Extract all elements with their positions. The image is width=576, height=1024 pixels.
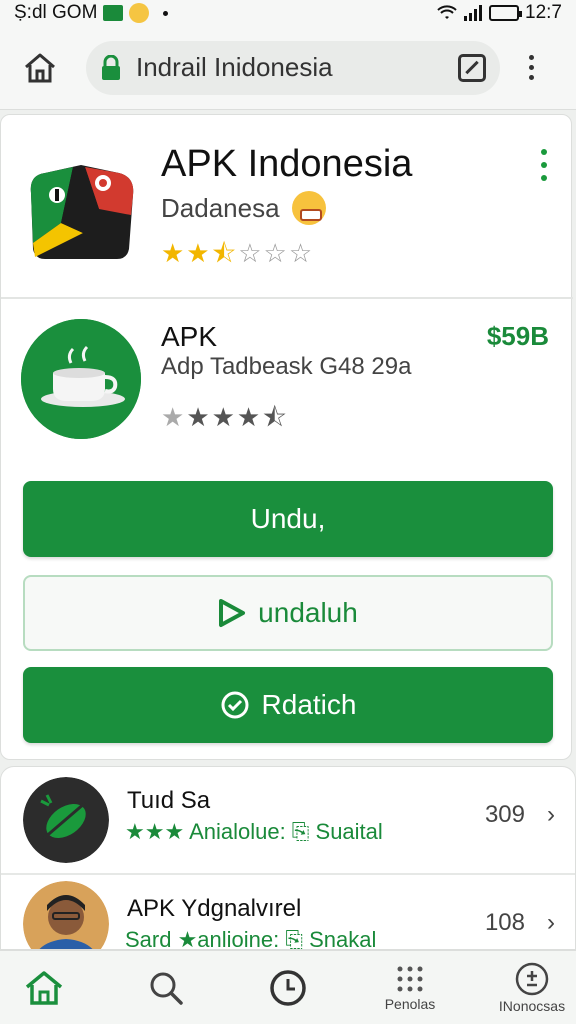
nav-apps-label: Penolas xyxy=(384,996,436,1012)
nav-home[interactable] xyxy=(0,951,94,1024)
list-item[interactable]: Tuıd Sa ★★★ Anialolue: ⎘ Suaital 309 › xyxy=(1,767,575,871)
status-left: Ṣ:dl GOM xyxy=(14,2,169,24)
check-circle-icon xyxy=(221,691,249,719)
download-primary-button[interactable]: Undu, xyxy=(23,481,553,557)
browser-toolbar: Indrail Inidonesia xyxy=(0,26,576,110)
star-filled-icons: ★★ xyxy=(161,238,212,268)
avatar xyxy=(23,881,109,949)
list-item-meta: ★★★ Anialolue: ⎘ Suaital xyxy=(125,819,383,844)
download-outline-button[interactable]: undaluh xyxy=(23,575,553,651)
nav-apps[interactable]: Penolas xyxy=(360,951,460,1024)
app-developer: Dadanesa xyxy=(161,192,280,223)
list-item-title: APK Ydgnalvırel xyxy=(127,895,302,922)
nav-updates[interactable]: INonocsas xyxy=(482,951,576,1024)
plus-minus-icon xyxy=(515,962,549,996)
app-logo-icon xyxy=(30,165,134,259)
home-icon xyxy=(25,53,55,82)
emoji-notification-icon xyxy=(129,3,150,23)
tab-switch-icon[interactable] xyxy=(458,53,486,82)
clock-icon xyxy=(270,970,306,1006)
search-icon xyxy=(150,972,183,1005)
home-button[interactable] xyxy=(14,42,66,94)
notification-dot-icon xyxy=(163,10,169,16)
secondary-app-subtitle: Adp Tadbeask G48 29a xyxy=(161,353,412,380)
chevron-right-icon: › xyxy=(547,801,555,828)
download-outline-label: undaluh xyxy=(258,597,358,628)
list-item-count: 108 xyxy=(484,909,525,936)
secondary-app-rating-stars: ★★★★⯪ xyxy=(161,399,289,443)
nav-search[interactable] xyxy=(116,951,216,1024)
featured-app-header: APK Indonesia Dadanesa ★★⯪☆☆☆ xyxy=(1,115,573,299)
emoji-icon xyxy=(291,191,326,225)
bottom-nav: Penolas INonocsas xyxy=(0,950,576,1024)
battery-icon xyxy=(489,5,523,21)
url-bar[interactable]: Indrail Inidonesia xyxy=(86,40,500,95)
star-gray-icon: ★ xyxy=(161,402,187,432)
lock-icon xyxy=(102,54,120,80)
app-subtitle: Dadanesa xyxy=(161,191,326,225)
star-filled-icons: ★★★ xyxy=(186,402,263,432)
star-half-icon: ⯪ xyxy=(262,402,289,432)
app-title: APK Indonesia xyxy=(161,143,413,185)
nav-history[interactable] xyxy=(238,951,338,1024)
home-icon xyxy=(25,971,63,1005)
app-list: Tuıd Sa ★★★ Anialolue: ⎘ Suaital 309 › A… xyxy=(0,766,576,950)
notification-icon xyxy=(103,5,124,21)
secondary-app-title: APK xyxy=(161,321,218,352)
list-item-meta: Sard ★anlioine: ⎘ Snakal xyxy=(125,927,377,950)
carrier-text: Ṣ:dl GOM xyxy=(14,2,98,23)
wifi-icon xyxy=(437,5,457,19)
status-bar: Ṣ:dl GOM 12:7 xyxy=(0,0,576,26)
list-item-title: Tuıd Sa xyxy=(127,787,211,814)
app-rating-stars: ★★⯪☆☆☆ xyxy=(161,235,314,279)
list-item[interactable]: APK Ydgnalvırel Sard ★anlioine: ⎘ Snakal… xyxy=(1,873,575,950)
cup-app-icon xyxy=(21,319,141,439)
app-detail-card: APK Indonesia Dadanesa ★★⯪☆☆☆ APK Adp Ta… xyxy=(0,114,573,760)
grid-icon xyxy=(397,966,423,992)
list-item-count: 309 xyxy=(484,801,525,828)
secondary-action-button[interactable]: Rdatich xyxy=(23,667,553,743)
app-more-icon[interactable] xyxy=(541,149,547,181)
star-empty-icons: ☆☆☆ xyxy=(238,238,315,268)
play-icon xyxy=(219,599,246,627)
leaf-app-icon xyxy=(23,777,109,863)
status-right: 12:7 xyxy=(437,2,562,24)
secondary-action-label: Rdatich xyxy=(261,689,357,720)
clock-text: 12:7 xyxy=(525,2,562,23)
url-text: Indrail Inidonesia xyxy=(136,52,333,82)
signal-icon xyxy=(464,5,483,21)
star-half-icon: ⯪ xyxy=(211,238,239,268)
download-primary-label: Undu, xyxy=(250,503,326,534)
nav-updates-label: INonocsas xyxy=(498,998,566,1014)
secondary-app-price: $59B xyxy=(486,321,549,351)
more-vert-icon[interactable] xyxy=(514,55,548,80)
chevron-right-icon: › xyxy=(547,909,555,936)
